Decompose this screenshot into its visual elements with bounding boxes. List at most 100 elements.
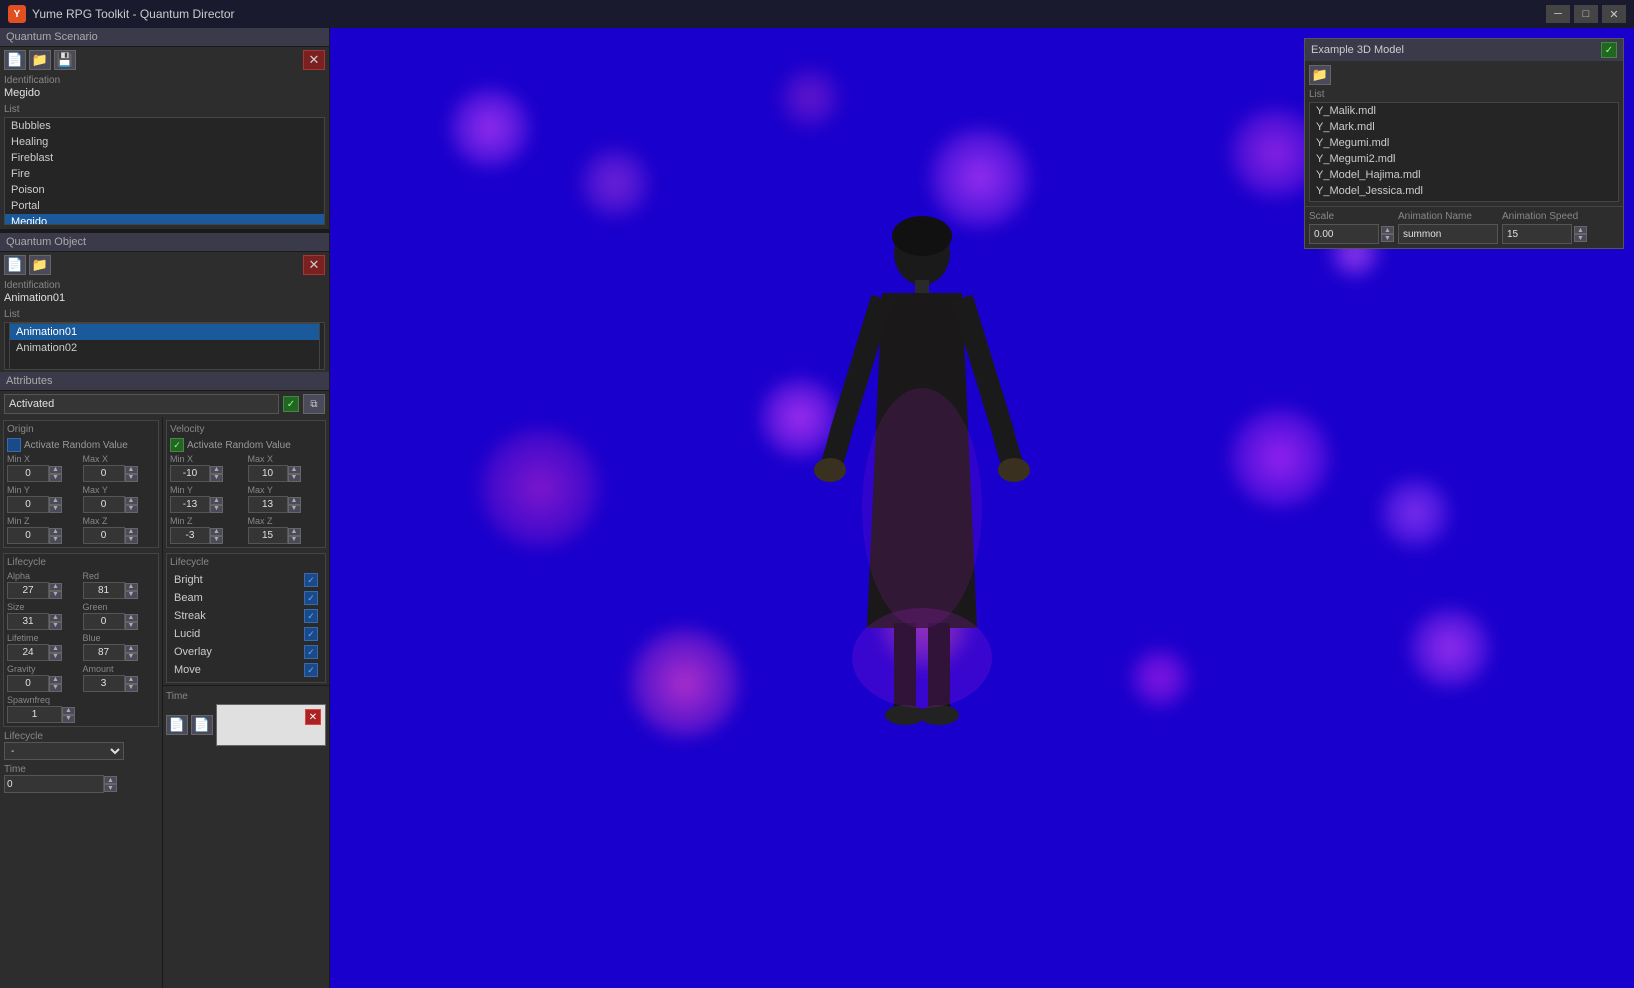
origin-activate-checkbox[interactable] — [7, 438, 21, 452]
model-animspeed-dn[interactable]: ▼ — [1574, 234, 1587, 242]
vel-maxy-dn[interactable]: ▼ — [288, 505, 301, 513]
activated-checkbox[interactable]: ✓ — [283, 396, 299, 412]
vel-minx-input[interactable] — [170, 465, 210, 482]
vel-maxz-dn[interactable]: ▼ — [288, 536, 301, 544]
origin-maxy-up[interactable]: ▲ — [125, 497, 138, 505]
vel-miny-dn[interactable]: ▼ — [210, 505, 223, 513]
close-button[interactable]: ✕ — [1602, 5, 1626, 23]
model-list-item[interactable]: Y_Model_Jessica.mdl — [1310, 183, 1618, 199]
vel-maxx-dn[interactable]: ▼ — [288, 474, 301, 482]
time-up[interactable]: ▲ — [104, 776, 117, 784]
lc-alpha-dn[interactable]: ▼ — [49, 591, 62, 599]
model-animspeed-up[interactable]: ▲ — [1574, 226, 1587, 234]
lifecycle-toggle-streak[interactable]: ✓ — [304, 609, 318, 623]
lc-lifetime-dn[interactable]: ▼ — [49, 653, 62, 661]
qobj-list-item[interactable]: Animation01 — [10, 324, 319, 340]
model-list-item[interactable]: Y_Megumi.mdl — [1310, 135, 1618, 151]
lc-green-dn[interactable]: ▼ — [125, 622, 138, 630]
origin-miny-up[interactable]: ▲ — [49, 497, 62, 505]
lc-red-dn[interactable]: ▼ — [125, 591, 138, 599]
lc-amount-input[interactable] — [83, 675, 125, 692]
activated-input[interactable] — [4, 394, 279, 414]
time-btn2[interactable]: 📄 — [191, 715, 213, 735]
lc-size-input[interactable] — [7, 613, 49, 630]
lc-gravity-up[interactable]: ▲ — [49, 676, 62, 684]
lc-alpha-up[interactable]: ▲ — [49, 583, 62, 591]
origin-minz-up[interactable]: ▲ — [49, 528, 62, 536]
origin-miny-dn[interactable]: ▼ — [49, 505, 62, 513]
scenario-list-item[interactable]: Bubbles — [5, 118, 324, 134]
vel-maxz-input[interactable] — [248, 527, 288, 544]
lc-blue-input[interactable] — [83, 644, 125, 661]
qobj-list[interactable]: Animation01Animation02 — [9, 323, 320, 370]
vel-minz-dn[interactable]: ▼ — [210, 536, 223, 544]
model-list-item[interactable]: Y_Model_Hajima.mdl — [1310, 167, 1618, 183]
maximize-button[interactable]: □ — [1574, 5, 1598, 23]
origin-minx-dn[interactable]: ▼ — [49, 474, 62, 482]
origin-minz-dn[interactable]: ▼ — [49, 536, 62, 544]
vel-maxx-input[interactable] — [248, 465, 288, 482]
origin-maxy-dn[interactable]: ▼ — [125, 505, 138, 513]
scenario-list-item[interactable]: Megido — [5, 214, 324, 225]
lc-lifetime-input[interactable] — [7, 644, 49, 661]
scenario-open-btn[interactable]: 📁 — [29, 50, 51, 70]
vel-maxy-input[interactable] — [248, 496, 288, 513]
lc-size-dn[interactable]: ▼ — [49, 622, 62, 630]
lc-red-input[interactable] — [83, 582, 125, 599]
vel-minz-input[interactable] — [170, 527, 210, 544]
time-btn1[interactable]: 📄 — [166, 715, 188, 735]
lifecycle-toggle-overlay[interactable]: ✓ — [304, 645, 318, 659]
origin-maxz-up[interactable]: ▲ — [125, 528, 138, 536]
lc-amount-dn[interactable]: ▼ — [125, 684, 138, 692]
velocity-activate-checkbox[interactable]: ✓ — [170, 438, 184, 452]
scenario-list-item[interactable]: Fireblast — [5, 150, 324, 166]
lc-blue-up[interactable]: ▲ — [125, 645, 138, 653]
scenario-list[interactable]: BubblesHealingFireblastFirePoisonPortalM… — [4, 117, 325, 225]
origin-miny-input[interactable] — [7, 496, 49, 513]
lc-blue-dn[interactable]: ▼ — [125, 653, 138, 661]
origin-minx-input[interactable] — [7, 465, 49, 482]
model-list-item[interactable]: Y_Model_Joey.mdl — [1310, 199, 1618, 202]
origin-maxx-input[interactable] — [83, 465, 125, 482]
lc-spawnfreq-input[interactable] — [7, 706, 62, 723]
vel-miny-input[interactable] — [170, 496, 210, 513]
qobj-list-item[interactable]: Animation02 — [10, 340, 319, 356]
origin-maxy-input[interactable] — [83, 496, 125, 513]
scenario-save-btn[interactable]: 💾 — [54, 50, 76, 70]
scenario-list-item[interactable]: Healing — [5, 134, 324, 150]
origin-maxx-up[interactable]: ▲ — [125, 466, 138, 474]
model-list-item[interactable]: Y_Mark.mdl — [1310, 119, 1618, 135]
lc-gravity-dn[interactable]: ▼ — [49, 684, 62, 692]
minimize-button[interactable]: ─ — [1546, 5, 1570, 23]
vel-maxx-up[interactable]: ▲ — [288, 466, 301, 474]
lc-lifetime-up[interactable]: ▲ — [49, 645, 62, 653]
vel-maxz-up[interactable]: ▲ — [288, 528, 301, 536]
vel-miny-up[interactable]: ▲ — [210, 497, 223, 505]
qobj-open-btn[interactable]: 📁 — [29, 255, 51, 275]
model-scale-dn[interactable]: ▼ — [1381, 234, 1394, 242]
scenario-list-item[interactable]: Portal — [5, 198, 324, 214]
model-list-item[interactable]: Y_Malik.mdl — [1310, 103, 1618, 119]
lc-green-up[interactable]: ▲ — [125, 614, 138, 622]
scenario-list-item[interactable]: Fire — [5, 166, 324, 182]
model-animspeed-input[interactable] — [1502, 224, 1572, 244]
lc-alpha-input[interactable] — [7, 582, 49, 599]
scenario-list-item[interactable]: Poison — [5, 182, 324, 198]
origin-maxz-dn[interactable]: ▼ — [125, 536, 138, 544]
model-animname-input[interactable] — [1398, 224, 1498, 244]
qobj-delete-btn[interactable]: ✕ — [303, 255, 325, 275]
lc-amount-up[interactable]: ▲ — [125, 676, 138, 684]
origin-maxz-input[interactable] — [83, 527, 125, 544]
vel-minx-dn[interactable]: ▼ — [210, 474, 223, 482]
time-dn[interactable]: ▼ — [104, 784, 117, 792]
qobj-new-btn[interactable]: 📄 — [4, 255, 26, 275]
lifecycle-toggle-move[interactable]: ✓ — [304, 663, 318, 677]
lc-size-up[interactable]: ▲ — [49, 614, 62, 622]
vel-minz-up[interactable]: ▲ — [210, 528, 223, 536]
lifecycle-select[interactable]: - — [4, 742, 124, 760]
time-delete-btn[interactable]: ✕ — [305, 709, 321, 725]
model-load-btn[interactable]: 📁 — [1309, 65, 1331, 85]
lc-spawnfreq-dn[interactable]: ▼ — [62, 715, 75, 723]
time-input[interactable] — [4, 775, 104, 793]
lc-gravity-input[interactable] — [7, 675, 49, 692]
